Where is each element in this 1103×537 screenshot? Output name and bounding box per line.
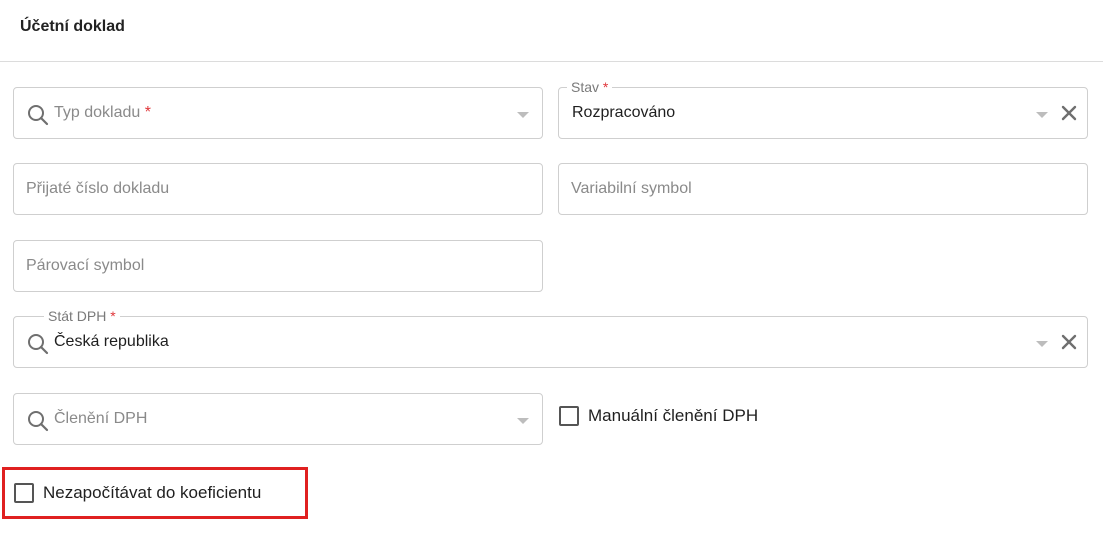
close-icon[interactable]	[1059, 103, 1079, 123]
chevron-down-icon[interactable]	[517, 112, 529, 118]
cleneni-dph-select[interactable]: Členění DPH	[13, 393, 543, 445]
typ-dokladu-select[interactable]: Typ dokladu *	[13, 87, 543, 139]
nezapocitavat-checkbox[interactable]	[14, 483, 34, 503]
chevron-down-icon[interactable]	[1036, 341, 1048, 347]
chevron-down-icon[interactable]	[517, 418, 529, 424]
search-icon	[28, 105, 49, 126]
stat-dph-value: Česká republika	[54, 333, 169, 350]
stav-value: Rozpracováno	[572, 104, 676, 121]
parovaci-symbol-placeholder: Párovací symbol	[26, 257, 145, 274]
prijate-cislo-dokladu-field[interactable]: Přijaté číslo dokladu	[13, 163, 543, 215]
page-title: Účetní doklad	[20, 18, 125, 35]
manualni-cleneni-dph-label[interactable]: Manuální členění DPH	[588, 406, 758, 426]
stat-dph-select[interactable]: Stát DPH * Česká republika	[13, 307, 1088, 368]
cleneni-dph-placeholder: Členění DPH	[54, 410, 148, 427]
form-header: Účetní doklad	[0, 0, 1103, 62]
search-icon	[28, 334, 49, 355]
stav-select[interactable]: Stav * Rozpracováno	[558, 78, 1088, 139]
stav-label: Stav *	[567, 78, 613, 96]
close-icon[interactable]	[1059, 332, 1079, 352]
nezapocitavat-label[interactable]: Nezapočítávat do koeficientu	[43, 483, 261, 503]
parovaci-symbol-field[interactable]: Párovací symbol	[13, 240, 543, 292]
variabilni-symbol-field[interactable]: Variabilní symbol	[558, 163, 1088, 215]
typ-dokladu-placeholder: Typ dokladu *	[54, 104, 151, 121]
manualni-cleneni-dph-checkbox[interactable]	[559, 406, 579, 426]
chevron-down-icon[interactable]	[1036, 112, 1048, 118]
variabilni-symbol-placeholder: Variabilní symbol	[571, 180, 692, 197]
prijate-cislo-placeholder: Přijaté číslo dokladu	[26, 180, 170, 197]
stat-dph-label: Stát DPH *	[44, 307, 120, 325]
search-icon	[28, 411, 49, 432]
